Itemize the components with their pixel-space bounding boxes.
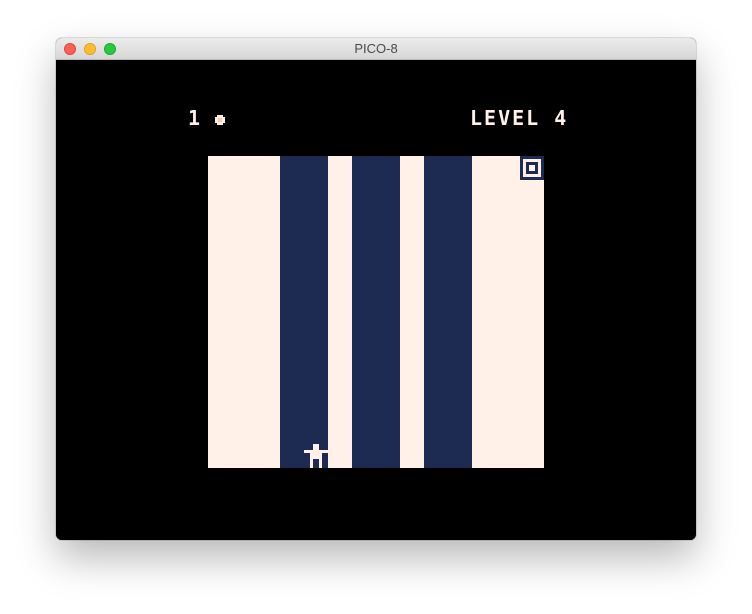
wall-column xyxy=(280,156,328,468)
window-title: PICO-8 xyxy=(354,41,398,56)
level-indicator: LEVEL 4 xyxy=(470,106,569,130)
goal-square-icon xyxy=(520,156,544,180)
title-bar: PICO-8 xyxy=(56,38,696,60)
wall-column xyxy=(424,156,472,468)
player-sprite-icon xyxy=(304,444,328,468)
game-screen[interactable]: 1 LEVEL 4 xyxy=(56,60,696,540)
game-board xyxy=(208,156,544,468)
app-window: PICO-8 1 LEVEL 4 xyxy=(56,38,696,540)
lives-counter: 1 xyxy=(188,106,203,130)
wall-column xyxy=(352,156,400,468)
coin-icon xyxy=(215,115,225,125)
